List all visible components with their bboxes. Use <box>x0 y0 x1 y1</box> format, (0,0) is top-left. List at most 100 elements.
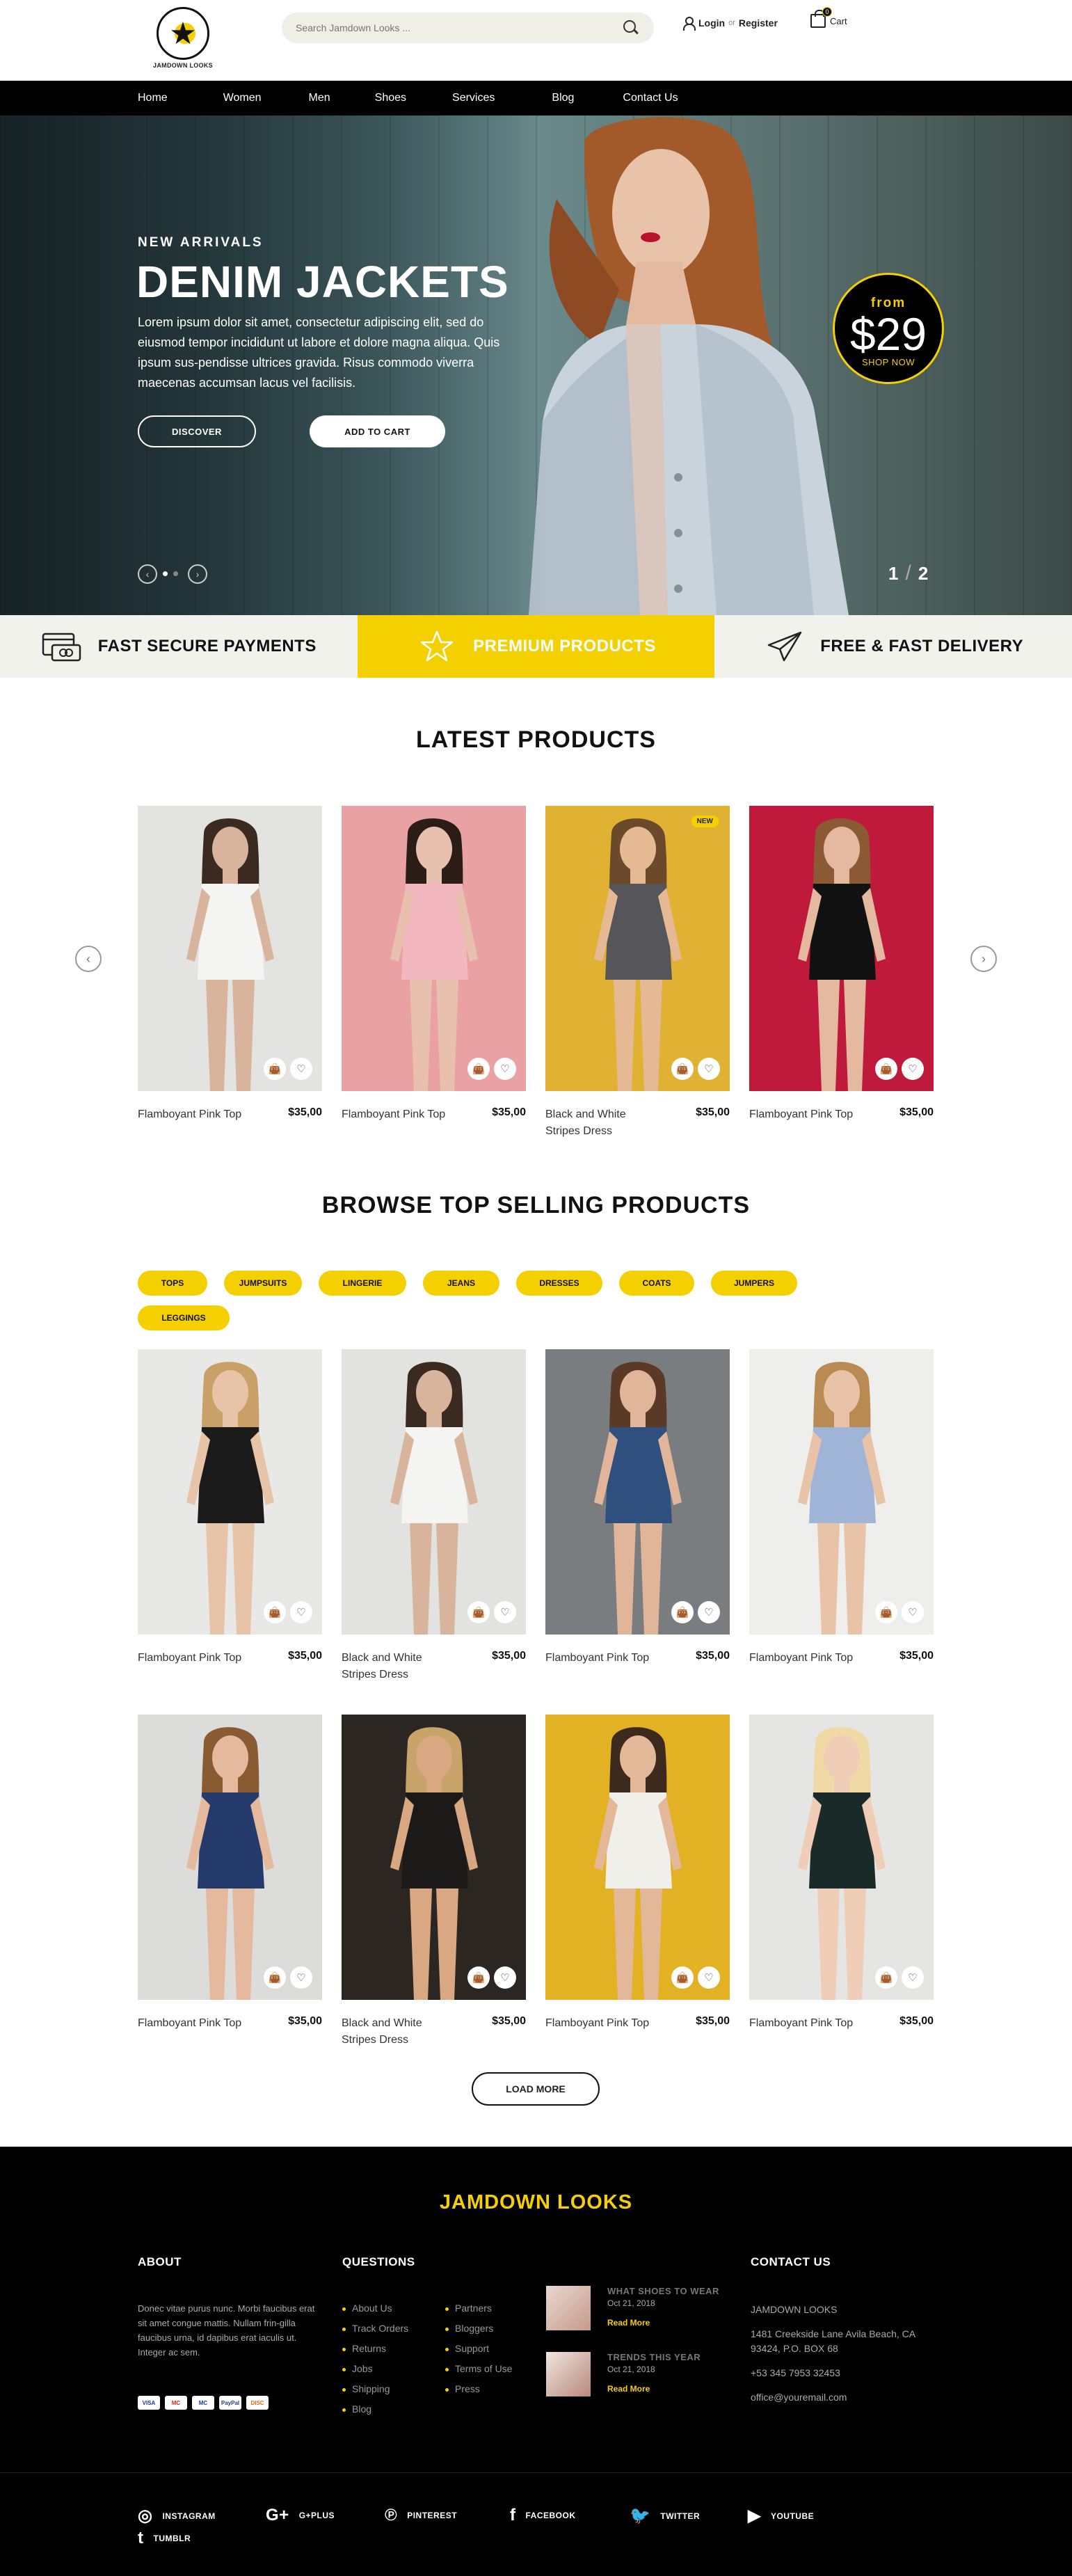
wishlist-heart-icon[interactable]: ♡ <box>290 1966 312 1989</box>
product-card[interactable]: 👜 ♡ Black and White Stripes Dress $35,00 <box>342 1349 526 1683</box>
product-card[interactable]: 👜 ♡ Flamboyant Pink Top $35,00 <box>138 1715 322 2049</box>
add-to-bag-icon[interactable]: 👜 <box>264 1058 286 1080</box>
product-card[interactable]: 👜 ♡ Flamboyant Pink Top $35,00 <box>138 806 322 1140</box>
add-to-bag-icon[interactable]: 👜 <box>671 1966 694 1989</box>
product-name[interactable]: Flamboyant Pink Top <box>749 1650 861 1667</box>
contact-email[interactable]: office@youremail.com <box>751 2390 938 2405</box>
social-pinterest[interactable]: ℗ PINTEREST <box>385 2506 457 2525</box>
add-to-bag-icon[interactable]: 👜 <box>264 1601 286 1623</box>
product-name[interactable]: Flamboyant Pink Top <box>138 1106 249 1123</box>
add-to-bag-icon[interactable]: 👜 <box>467 1058 490 1080</box>
category-chip-jumpers[interactable]: JUMPERS <box>711 1271 797 1296</box>
footer-link[interactable]: Partners <box>445 2303 512 2323</box>
social-tumblr[interactable]: t TUMBLR <box>138 2529 191 2548</box>
wishlist-heart-icon[interactable]: ♡ <box>494 1601 516 1623</box>
footer-post[interactable]: WHAT SHOES TO WEAR Oct 21, 2018 Read More <box>546 2286 719 2330</box>
footer-link[interactable]: Track Orders <box>342 2323 408 2343</box>
footer-link[interactable]: Blog <box>342 2403 408 2424</box>
product-image[interactable]: 👜 ♡ <box>138 1715 322 2000</box>
nav-home[interactable]: Home <box>138 92 168 104</box>
social-facebook[interactable]: f FACEBOOK <box>510 2506 576 2525</box>
wishlist-heart-icon[interactable]: ♡ <box>902 1601 924 1623</box>
category-chip-dresses[interactable]: DRESSES <box>516 1271 602 1296</box>
add-to-bag-icon[interactable]: 👜 <box>264 1966 286 1989</box>
product-image[interactable]: 👜 ♡ <box>749 1715 934 2000</box>
discover-button[interactable]: DISCOVER <box>138 415 256 447</box>
add-to-cart-button[interactable]: ADD TO CART <box>310 415 445 447</box>
add-to-bag-icon[interactable]: 👜 <box>671 1601 694 1623</box>
wishlist-heart-icon[interactable]: ♡ <box>902 1966 924 1989</box>
footer-post[interactable]: TRENDS THIS YEAR Oct 21, 2018 Read More <box>546 2352 701 2396</box>
product-name[interactable]: Flamboyant Pink Top <box>749 1106 861 1123</box>
carousel-next-icon[interactable]: › <box>970 946 997 972</box>
social-twitter[interactable]: 🐦 TWITTER <box>630 2506 700 2526</box>
product-image[interactable]: 👜 ♡ <box>545 1349 730 1635</box>
search-input[interactable] <box>296 22 622 33</box>
wishlist-heart-icon[interactable]: ♡ <box>698 1966 720 1989</box>
footer-link[interactable]: Jobs <box>342 2363 408 2383</box>
nav-services[interactable]: Services <box>452 92 495 104</box>
add-to-bag-icon[interactable]: 👜 <box>671 1058 694 1080</box>
category-chip-jeans[interactable]: JEANS <box>423 1271 499 1296</box>
category-chip-jumpsuits[interactable]: JUMPSUITS <box>224 1271 302 1296</box>
product-card[interactable]: 👜 ♡ Flamboyant Pink Top $35,00 <box>138 1349 322 1683</box>
product-card[interactable]: 👜 ♡ Flamboyant Pink Top $35,00 <box>749 1715 934 2049</box>
add-to-bag-icon[interactable]: 👜 <box>875 1966 897 1989</box>
nav-shoes[interactable]: Shoes <box>375 92 406 104</box>
wishlist-heart-icon[interactable]: ♡ <box>290 1601 312 1623</box>
slider-prev-icon[interactable]: ‹ <box>138 564 157 584</box>
footer-link[interactable]: Returns <box>342 2343 408 2363</box>
wishlist-heart-icon[interactable]: ♡ <box>494 1058 516 1080</box>
nav-contact-us[interactable]: Contact Us <box>623 92 678 104</box>
product-image[interactable]: 👜 ♡ <box>342 806 526 1091</box>
social-instagram[interactable]: ◎ INSTAGRAM <box>138 2506 216 2526</box>
product-card[interactable]: 👜 ♡ Flamboyant Pink Top $35,00 <box>545 1349 730 1683</box>
wishlist-heart-icon[interactable]: ♡ <box>698 1058 720 1080</box>
register-link[interactable]: Register <box>739 17 778 29</box>
wishlist-heart-icon[interactable]: ♡ <box>698 1601 720 1623</box>
post-title[interactable]: WHAT SHOES TO WEAR <box>607 2286 719 2296</box>
footer-link[interactable]: About Us <box>342 2303 408 2323</box>
post-title[interactable]: TRENDS THIS YEAR <box>607 2352 701 2362</box>
product-name[interactable]: Flamboyant Pink Top <box>138 1650 249 1667</box>
product-image[interactable]: 👜 ♡ <box>749 1349 934 1635</box>
category-chip-coats[interactable]: COATS <box>619 1271 694 1296</box>
footer-link[interactable]: Bloggers <box>445 2323 512 2343</box>
product-name[interactable]: Flamboyant Pink Top <box>138 2015 249 2032</box>
wishlist-heart-icon[interactable]: ♡ <box>902 1058 924 1080</box>
category-chip-leggings[interactable]: LEGGINGS <box>138 1305 230 1330</box>
footer-link[interactable]: Terms of Use <box>445 2363 512 2383</box>
product-card[interactable]: 👜 ♡ Black and White Stripes Dress $35,00 <box>342 1715 526 2049</box>
product-image[interactable]: 👜 ♡ <box>138 806 322 1091</box>
nav-blog[interactable]: Blog <box>552 92 574 104</box>
product-card[interactable]: 👜 ♡ Flamboyant Pink Top $35,00 <box>749 806 934 1140</box>
search-icon[interactable] <box>622 19 640 37</box>
cart-button[interactable]: 0 Cart <box>810 7 847 28</box>
carousel-prev-icon[interactable]: ‹ <box>75 946 102 972</box>
nav-men[interactable]: Men <box>309 92 330 104</box>
product-name[interactable]: Flamboyant Pink Top <box>749 2015 861 2032</box>
product-card[interactable]: NEW 👜 ♡ Black and White Stripes Dress $35,00 <box>545 806 730 1140</box>
wishlist-heart-icon[interactable]: ♡ <box>494 1966 516 1989</box>
category-chip-lingerie[interactable]: LINGERIE <box>319 1271 406 1296</box>
nav-women[interactable]: Women <box>223 92 262 104</box>
product-image[interactable]: 👜 ♡ <box>342 1715 526 2000</box>
product-name[interactable]: Black and White Stripes Dress <box>342 2015 453 2049</box>
product-image[interactable]: 👜 ♡ <box>138 1349 322 1635</box>
logo[interactable]: ★ JAMDOWN LOOKS <box>150 7 216 74</box>
product-name[interactable]: Black and White Stripes Dress <box>545 1106 657 1140</box>
product-image[interactable]: 👜 ♡ <box>342 1349 526 1635</box>
slider-next-icon[interactable]: › <box>188 564 207 584</box>
product-image[interactable]: NEW 👜 ♡ <box>545 806 730 1091</box>
product-name[interactable]: Flamboyant Pink Top <box>545 2015 657 2032</box>
product-name[interactable]: Flamboyant Pink Top <box>545 1650 657 1667</box>
social-gplusplus[interactable]: G+ G+PLUS <box>266 2506 335 2525</box>
login-link[interactable]: Login <box>698 17 725 29</box>
read-more-link[interactable]: Read More <box>607 2318 719 2328</box>
product-card[interactable]: 👜 ♡ Flamboyant Pink Top $35,00 <box>545 1715 730 2049</box>
product-card[interactable]: 👜 ♡ Flamboyant Pink Top $35,00 <box>342 806 526 1140</box>
add-to-bag-icon[interactable]: 👜 <box>875 1601 897 1623</box>
category-chip-tops[interactable]: TOPS <box>138 1271 207 1296</box>
contact-phone[interactable]: +53 345 7953 32453 <box>751 2366 938 2380</box>
slider-dot[interactable] <box>163 571 168 576</box>
